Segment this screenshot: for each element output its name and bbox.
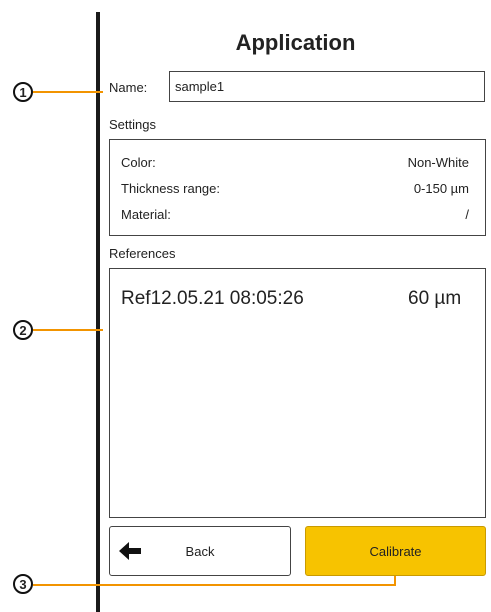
calibrate-button[interactable]: Calibrate — [305, 526, 486, 576]
screen-left-border — [96, 12, 100, 612]
page-title: Application — [235, 30, 356, 55]
callout-3-leader-line — [33, 584, 396, 586]
arrow-left-icon — [119, 542, 141, 563]
settings-heading: Settings — [109, 117, 156, 132]
settings-thickness-label: Thickness range: — [121, 181, 220, 196]
callout-3-leader-tick — [394, 576, 396, 585]
calibrate-button-label: Calibrate — [369, 543, 422, 559]
callout-2-badge: 2 — [13, 320, 33, 340]
back-button[interactable]: Back — [109, 526, 291, 576]
settings-color-value: Non-White — [407, 155, 469, 170]
settings-panel: Color: Non-White Thickness range: 0-150 … — [109, 139, 486, 236]
back-button-label: Back — [185, 543, 215, 559]
callout-1-leader-line — [33, 91, 103, 93]
settings-material-label: Material: — [121, 207, 171, 222]
settings-thickness-value: 0-150 µm — [413, 181, 469, 196]
callout-3-badge: 3 — [13, 574, 33, 594]
callout-2-leader-line — [33, 329, 103, 331]
name-input[interactable] — [169, 71, 485, 102]
name-label: Name: — [109, 80, 148, 95]
references-heading: References — [109, 246, 176, 261]
callout-1-badge: 1 — [13, 82, 33, 102]
reference-item-name[interactable]: Ref12.05.21 08:05:26 — [121, 288, 304, 310]
settings-color-label: Color: — [121, 155, 156, 170]
settings-material-value: / — [465, 207, 469, 222]
reference-item-value: 60 µm — [408, 288, 462, 309]
